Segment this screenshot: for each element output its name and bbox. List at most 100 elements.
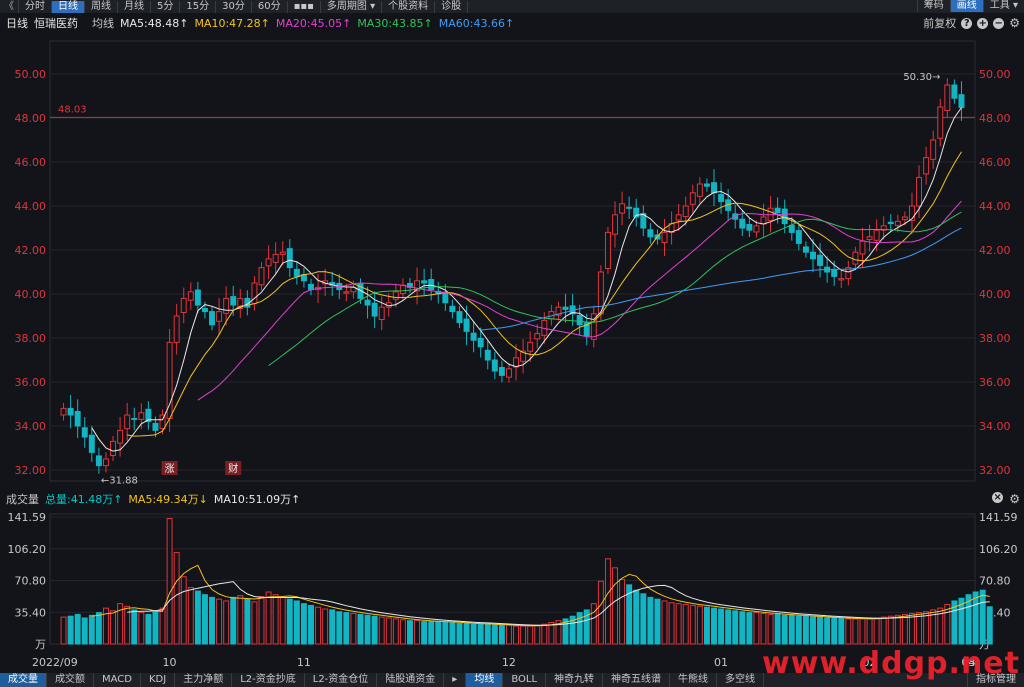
tool-tab-0[interactable]: 筹码 <box>916 0 950 12</box>
volume-bar <box>180 576 187 645</box>
indicator-tab-12[interactable]: 神奇五线谱 <box>603 673 671 687</box>
indicator-tab-8[interactable]: ▸ <box>444 673 467 687</box>
y-tick-left-2: 46.00 <box>15 156 47 169</box>
indicator-tab-6[interactable]: L2-资金仓位 <box>305 673 378 687</box>
period-tab-5[interactable]: 15分 <box>180 0 217 13</box>
volume-bar <box>343 612 350 645</box>
volume-bar <box>831 617 838 645</box>
collapse-icon[interactable]: 《 <box>0 0 19 13</box>
y-tick-right-2: 46.00 <box>979 156 1011 169</box>
candle-body <box>788 224 795 233</box>
period-tab-8[interactable]: ▪▪▪ <box>288 0 321 13</box>
candle-body <box>286 248 293 269</box>
candle-body <box>802 246 809 253</box>
candle-body <box>180 297 187 313</box>
volume-bar <box>527 625 534 645</box>
adjust-selector[interactable]: 前复权 <box>923 15 956 31</box>
volume-item-1: MA5:49.34万↓ <box>128 493 208 506</box>
volume-bar <box>463 622 470 645</box>
volume-bar <box>541 623 548 645</box>
volume-bar <box>399 619 406 645</box>
candle-body <box>456 311 463 324</box>
gear-icon[interactable]: ⚙ <box>1009 16 1020 30</box>
candle-body <box>626 206 633 209</box>
volume-tick-right-1: 106.20 <box>979 543 1018 556</box>
ma-label[interactable]: 均线 <box>92 15 114 31</box>
candle-body <box>117 429 124 444</box>
indicator-tab-1[interactable]: 成交额 <box>47 673 94 687</box>
indicator-tab-11[interactable]: 神奇九转 <box>546 673 604 687</box>
indicator-tab-14[interactable]: 多空线 <box>717 673 765 687</box>
volume-bar <box>647 596 654 645</box>
indicator-tab-5[interactable]: L2-资金抄底 <box>232 673 305 687</box>
candle-body <box>110 440 117 456</box>
candle-body <box>916 176 923 207</box>
zoom-in-icon[interactable]: + <box>977 17 989 29</box>
volume-bar <box>74 613 81 645</box>
candle-body <box>718 194 725 203</box>
candle-body <box>279 251 286 255</box>
indicator-tab-10[interactable]: BOLL <box>503 673 547 687</box>
ma20-line <box>197 200 962 401</box>
volume-bar <box>788 614 795 645</box>
volume-bar <box>173 552 180 645</box>
tool-tab-2[interactable]: 工具 ▾ <box>982 0 1024 12</box>
period-tab-0[interactable]: 分时 <box>19 0 52 13</box>
candlestick-chart[interactable]: 50.00 50.00 48.00 48.00 46.00 46.00 44.00 44.00… <box>0 33 1024 493</box>
candle-body <box>484 349 491 361</box>
volume-title: 成交量 <box>6 493 39 506</box>
volume-bar <box>81 617 88 645</box>
candle-body <box>562 306 569 310</box>
volume-bar <box>505 624 512 645</box>
volume-bar <box>824 617 831 645</box>
y-tick-right-8: 34.00 <box>979 420 1011 433</box>
zoom-out-icon[interactable]: − <box>993 17 1005 29</box>
indicator-tab-9[interactable]: 均线 <box>466 673 504 687</box>
candle-body <box>308 283 314 291</box>
indicator-tab-7[interactable]: 陆股通资金 <box>377 673 445 687</box>
volume-bar <box>145 613 152 645</box>
volume-bar <box>201 594 208 645</box>
period-tab-11[interactable]: 诊股 <box>435 0 469 13</box>
candle-body <box>661 231 668 244</box>
candle-body <box>746 223 753 231</box>
indicator-tab-3[interactable]: KDJ <box>141 673 176 687</box>
volume-tools: × ⚙ <box>992 492 1020 506</box>
volume-bar <box>166 517 173 645</box>
gear-icon[interactable]: ⚙ <box>1009 492 1020 506</box>
candle-body <box>124 414 131 430</box>
period-tab-6[interactable]: 30分 <box>216 0 252 13</box>
candle-body <box>102 458 109 467</box>
y-tick-right-6: 38.00 <box>979 332 1011 345</box>
indicator-tab-13[interactable]: 牛熊线 <box>670 673 718 687</box>
period-tab-2[interactable]: 周线 <box>85 0 118 13</box>
candle-body <box>421 280 428 284</box>
y-tick-left-4: 42.00 <box>15 244 47 257</box>
indicator-tab-4[interactable]: 主力净额 <box>175 673 233 687</box>
help-icon[interactable]: ? <box>961 17 973 29</box>
volume-bar <box>484 623 491 645</box>
candle-body <box>428 278 435 291</box>
indicator-tab-2[interactable]: MACD <box>94 673 141 687</box>
period-tab-3[interactable]: 月线 <box>118 0 151 13</box>
close-icon[interactable]: × <box>992 492 1004 503</box>
indicator-tab-0[interactable]: 成交量 <box>0 673 47 687</box>
period-tab-10[interactable]: 个股资料 <box>382 0 436 13</box>
period-tab-9[interactable]: 多周期图 ▾ <box>321 0 383 13</box>
tool-tab-1[interactable]: 画线 <box>949 0 983 12</box>
candle-body <box>272 253 279 263</box>
candle-body <box>696 183 703 197</box>
candle-body <box>67 407 74 416</box>
period-tab-4[interactable]: 5分 <box>151 0 181 13</box>
x-label-4: 01 <box>714 656 728 669</box>
volume-bar <box>887 615 894 645</box>
volume-bar <box>986 606 993 645</box>
volume-bar <box>237 595 244 645</box>
candle-body <box>873 229 880 241</box>
candle-body <box>216 311 223 322</box>
period-tab-7[interactable]: 60分 <box>252 0 288 13</box>
volume-bar <box>633 589 640 645</box>
candle-body <box>689 192 696 205</box>
candle-body <box>923 157 930 175</box>
period-tab-1[interactable]: 日线 <box>52 0 85 13</box>
